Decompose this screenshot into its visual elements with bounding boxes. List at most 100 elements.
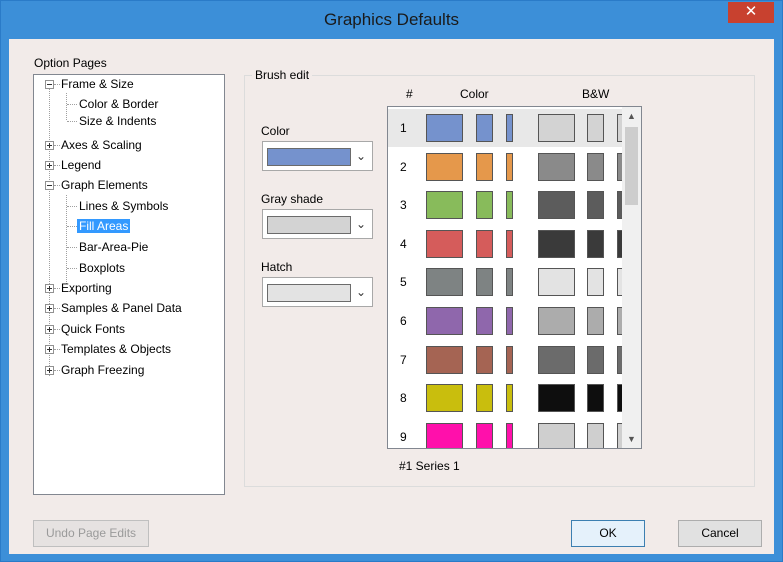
tree-item-samples-panel-data[interactable]: Samples & Panel Data <box>61 299 182 317</box>
tree-item-fill-areas[interactable]: Fill Areas <box>77 217 131 235</box>
color-swatch-small <box>506 191 513 220</box>
bw-swatch-medium <box>587 152 604 181</box>
bw-swatch-large <box>538 307 575 335</box>
option-pages-tree[interactable]: Frame & Size Color & Border Size & Inden… <box>33 74 225 495</box>
tree-connector <box>54 185 60 186</box>
brush-row-number: 1 <box>400 121 407 135</box>
color-swatch-small <box>506 384 513 413</box>
brush-row[interactable]: 7 <box>388 341 624 379</box>
color-swatch-large <box>426 345 463 374</box>
option-pages-label: Option Pages <box>34 56 107 70</box>
expand-icon[interactable] <box>45 366 54 375</box>
tree-item-bar-area-pie[interactable]: Bar-Area-Pie <box>79 238 148 256</box>
tree-connector <box>66 195 67 284</box>
close-button[interactable]: ✕ <box>728 2 774 23</box>
brush-row[interactable]: 5 <box>388 263 624 301</box>
color-swatch-large <box>426 268 463 297</box>
expand-icon[interactable] <box>45 304 54 313</box>
ok-button[interactable]: OK <box>571 520 645 547</box>
chevron-down-icon: ⌄ <box>355 217 366 231</box>
tree-item-label: Lines & Symbols <box>79 199 169 213</box>
color-swatch-small <box>506 229 513 258</box>
tree-item-templates-objects[interactable]: Templates & Objects <box>61 340 171 358</box>
tree-item-frame-size[interactable]: Frame & Size <box>61 75 134 93</box>
tree-item-legend[interactable]: Legend <box>61 156 101 174</box>
tree-connector <box>54 288 60 289</box>
brush-row[interactable]: 8 <box>388 379 624 417</box>
tree-item-label: Legend <box>61 158 102 172</box>
bw-swatch-large <box>538 229 575 258</box>
scroll-up-icon[interactable]: ▲ <box>622 107 641 125</box>
expand-icon[interactable] <box>45 345 54 354</box>
expand-icon[interactable] <box>45 161 54 170</box>
bw-swatch-medium <box>587 307 604 335</box>
tree-item-color-border[interactable]: Color & Border <box>79 95 158 113</box>
bw-swatch-large <box>538 152 575 181</box>
tree-item-label: Bar-Area-Pie <box>79 240 149 254</box>
brush-row[interactable]: 9 <box>388 418 624 448</box>
scroll-thumb[interactable] <box>625 127 638 205</box>
tree-item-axes-scaling[interactable]: Axes & Scaling <box>61 136 142 154</box>
color-swatch-medium <box>476 152 493 181</box>
graphics-defaults-dialog: Graphics Defaults ✕ Option Pages Frame &… <box>0 0 783 562</box>
color-swatch-small <box>506 114 513 142</box>
tree-item-quick-fonts[interactable]: Quick Fonts <box>61 320 125 338</box>
color-dropdown[interactable]: ⌄ <box>262 141 373 171</box>
gray-shade-label: Gray shade <box>261 192 324 206</box>
column-header-number: # <box>406 87 413 101</box>
brush-row-number: 9 <box>400 429 407 444</box>
tree-item-boxplots[interactable]: Boxplots <box>79 259 125 277</box>
brush-row[interactable]: 4 <box>388 225 624 263</box>
brush-row[interactable]: 2 <box>388 148 624 186</box>
undo-page-edits-button[interactable]: Undo Page Edits <box>33 520 149 547</box>
expand-icon[interactable] <box>45 141 54 150</box>
tree-connector <box>67 206 77 207</box>
brush-row-number: 7 <box>400 352 407 367</box>
scroll-down-icon[interactable]: ▼ <box>622 430 641 448</box>
bw-swatch-large <box>538 345 575 374</box>
brush-row-number: 3 <box>400 198 407 213</box>
color-swatch-large <box>426 152 463 181</box>
collapse-icon[interactable] <box>45 80 54 89</box>
tree-item-label: Axes & Scaling <box>61 138 142 152</box>
vertical-scrollbar[interactable]: ▲ ▼ <box>622 107 641 448</box>
brush-row[interactable]: 3 <box>388 186 624 224</box>
bw-swatch-large <box>538 191 575 220</box>
selected-series-label: #1 Series 1 <box>399 459 460 473</box>
brush-row[interactable]: 1 <box>388 109 624 147</box>
hatch-dropdown[interactable]: ⌄ <box>262 277 373 307</box>
bw-swatch-large <box>538 422 575 448</box>
brush-row-number: 5 <box>400 275 407 290</box>
gray-shade-dropdown[interactable]: ⌄ <box>262 209 373 239</box>
tree-item-label: Exporting <box>61 281 112 295</box>
bw-swatch-medium <box>587 114 604 142</box>
gray-swatch <box>267 216 351 234</box>
color-swatch-large <box>426 191 463 220</box>
bw-swatch-medium <box>587 191 604 220</box>
tree-item-size-indents[interactable]: Size & Indents <box>79 112 156 130</box>
tree-connector <box>54 84 60 85</box>
tree-item-graph-elements[interactable]: Graph Elements <box>61 176 148 194</box>
tree-connector <box>67 268 77 269</box>
expand-icon[interactable] <box>45 325 54 334</box>
column-header-color: Color <box>460 87 489 101</box>
brush-row-number: 4 <box>400 236 407 251</box>
cancel-button[interactable]: Cancel <box>678 520 762 547</box>
title-bar[interactable]: Graphics Defaults ✕ <box>1 1 782 39</box>
expand-icon[interactable] <box>45 284 54 293</box>
color-swatch-medium <box>476 384 493 413</box>
tree-item-graph-freezing[interactable]: Graph Freezing <box>61 361 144 379</box>
chevron-down-icon: ⌄ <box>355 149 366 163</box>
brush-list[interactable]: 1 2 3 4 5 6 7 8 9 ▲ ▼ <box>387 106 642 449</box>
brush-row[interactable]: 6 <box>388 302 624 340</box>
collapse-icon[interactable] <box>45 181 54 190</box>
bw-swatch-medium <box>587 268 604 297</box>
tree-connector <box>54 370 60 371</box>
color-swatch-large <box>426 229 463 258</box>
bw-swatch-medium <box>587 422 604 448</box>
color-swatch-small <box>506 268 513 297</box>
tree-item-exporting[interactable]: Exporting <box>61 279 112 297</box>
bw-swatch-medium <box>587 229 604 258</box>
tree-item-lines-symbols[interactable]: Lines & Symbols <box>79 197 168 215</box>
tree-connector <box>54 329 60 330</box>
